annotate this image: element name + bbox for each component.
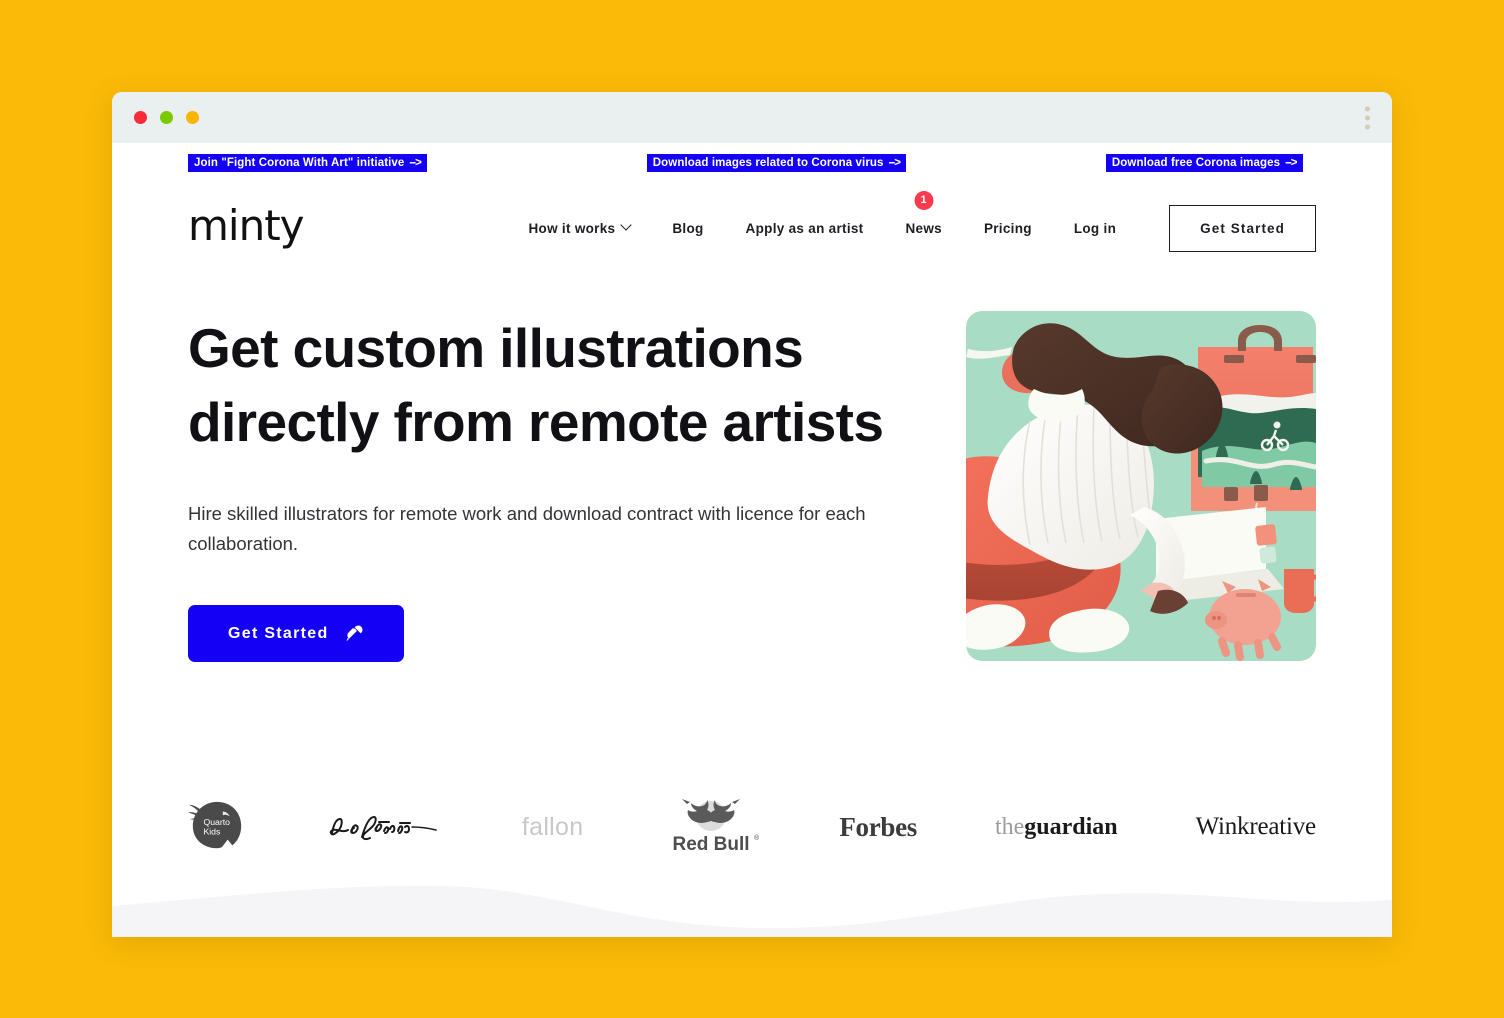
chevron-down-icon — [620, 219, 633, 231]
ticker-item-label: Download free Corona images — [1111, 157, 1281, 169]
red-bull-logo: Red Bull ® — [673, 799, 760, 855]
window-controls — [134, 111, 199, 124]
svg-text:Quarto: Quarto — [203, 817, 230, 827]
nav-item-label: News — [905, 220, 942, 236]
minimize-window-button[interactable] — [186, 111, 199, 124]
ticker-item-corona-images[interactable]: Download images related to Corona virus -… — [646, 154, 906, 172]
brand-logo-forbes[interactable]: Forbes — [839, 812, 917, 843]
quarto-kids-logo: Quarto Kids — [188, 801, 242, 849]
ticker-item-label: Join "Fight Corona With Art" initiative — [194, 157, 405, 169]
page-content: Join "Fight Corona With Art" initiative -… — [112, 154, 1392, 937]
ticker-arrow-icon: --> — [888, 157, 901, 169]
hero-subtitle: Hire skilled illustrators for remote wor… — [188, 503, 866, 554]
hero-cta-label: Get Started — [228, 624, 329, 642]
kebab-dot — [1365, 106, 1370, 111]
guardian-main-label: guardian — [1024, 813, 1118, 840]
nav-item-label: Apply as an artist — [745, 220, 864, 236]
brand-logo-red-bull[interactable]: Red Bull ® — [661, 798, 761, 856]
nav-item-label: Pricing — [983, 220, 1032, 236]
svg-text:®: ® — [754, 834, 760, 842]
ticker-item-label: Download images related to Corona virus — [652, 157, 884, 169]
brand-logo-quarto-kids[interactable]: Quarto Kids — [188, 798, 246, 856]
hero-get-started-button[interactable]: Get Started — [188, 605, 404, 662]
leo-burnett-logo — [329, 815, 437, 841]
maximize-window-button[interactable] — [160, 111, 173, 124]
brand-logo[interactable]: minty — [188, 205, 305, 247]
site-navigation: minty How it works Blog Apply as an arti… — [112, 172, 1392, 262]
brand-logo-fallon[interactable]: fallon — [522, 813, 584, 842]
nav-item-label: How it works — [528, 220, 616, 236]
news-notification-badge: 1 — [914, 190, 934, 210]
ticker-spacer — [906, 154, 1106, 172]
hero-section: Get custom illustrations directly from r… — [112, 262, 1392, 662]
nav-item-how-it-works[interactable]: How it works — [507, 219, 651, 236]
more-options-icon[interactable] — [1365, 106, 1370, 129]
browser-titlebar — [112, 92, 1392, 143]
kebab-dot — [1365, 124, 1370, 129]
headline-line-1: Get custom illustrations — [188, 317, 804, 379]
nav-item-log-in[interactable]: Log in — [1053, 221, 1137, 236]
announcement-ticker: Join "Fight Corona With Art" initiative -… — [112, 154, 1392, 172]
nav-item-label: Log in — [1073, 220, 1117, 236]
nav-item-news[interactable]: 1 News — [884, 190, 962, 236]
kebab-dot — [1365, 115, 1370, 120]
brand-logo-guardian[interactable]: the guardian — [995, 814, 1118, 841]
brand-logos-row: Quarto Kids fallon Red Bull ® Forbes the… — [112, 784, 1392, 870]
browser-window: Join "Fight Corona With Art" initiative -… — [112, 92, 1392, 937]
ticker-arrow-icon: --> — [1285, 157, 1297, 169]
ticker-arrow-icon: --> — [409, 157, 421, 169]
bottom-wave-divider — [112, 878, 1392, 937]
hero-illustration-graphic — [966, 311, 1316, 661]
guardian-the-label: the — [994, 813, 1025, 840]
nav-links: How it works Blog Apply as an artist 1 N… — [507, 190, 1316, 252]
ticker-item-free-images[interactable]: Download free Corona images --> — [1105, 154, 1303, 172]
ticker-spacer — [427, 154, 647, 172]
svg-text:Kids: Kids — [203, 827, 221, 837]
nav-item-pricing[interactable]: Pricing — [963, 221, 1053, 236]
hero-copy: Get custom illustrations directly from r… — [188, 311, 948, 662]
hero-illustration — [966, 311, 1316, 661]
ticker-item-initiative[interactable]: Join "Fight Corona With Art" initiative -… — [188, 154, 427, 172]
nav-item-apply-as-an-artist[interactable]: Apply as an artist — [725, 221, 885, 236]
page-title: Get custom illustrations directly from r… — [188, 311, 948, 459]
plug-icon — [346, 625, 363, 642]
headline-line-2: directly from remote artists — [188, 391, 884, 453]
nav-item-blog[interactable]: Blog — [651, 221, 724, 236]
ticker-track: Join "Fight Corona With Art" initiative -… — [188, 154, 1303, 172]
nav-item-label: Blog — [672, 220, 704, 236]
wave-graphic — [112, 885, 1392, 937]
close-window-button[interactable] — [134, 111, 147, 124]
nav-get-started-button[interactable]: Get Started — [1169, 204, 1316, 252]
brand-logo-leo-burnett[interactable] — [324, 807, 444, 847]
svg-text:Red Bull: Red Bull — [673, 834, 750, 855]
brand-logo-winkreative[interactable]: Winkreative — [1196, 813, 1317, 841]
